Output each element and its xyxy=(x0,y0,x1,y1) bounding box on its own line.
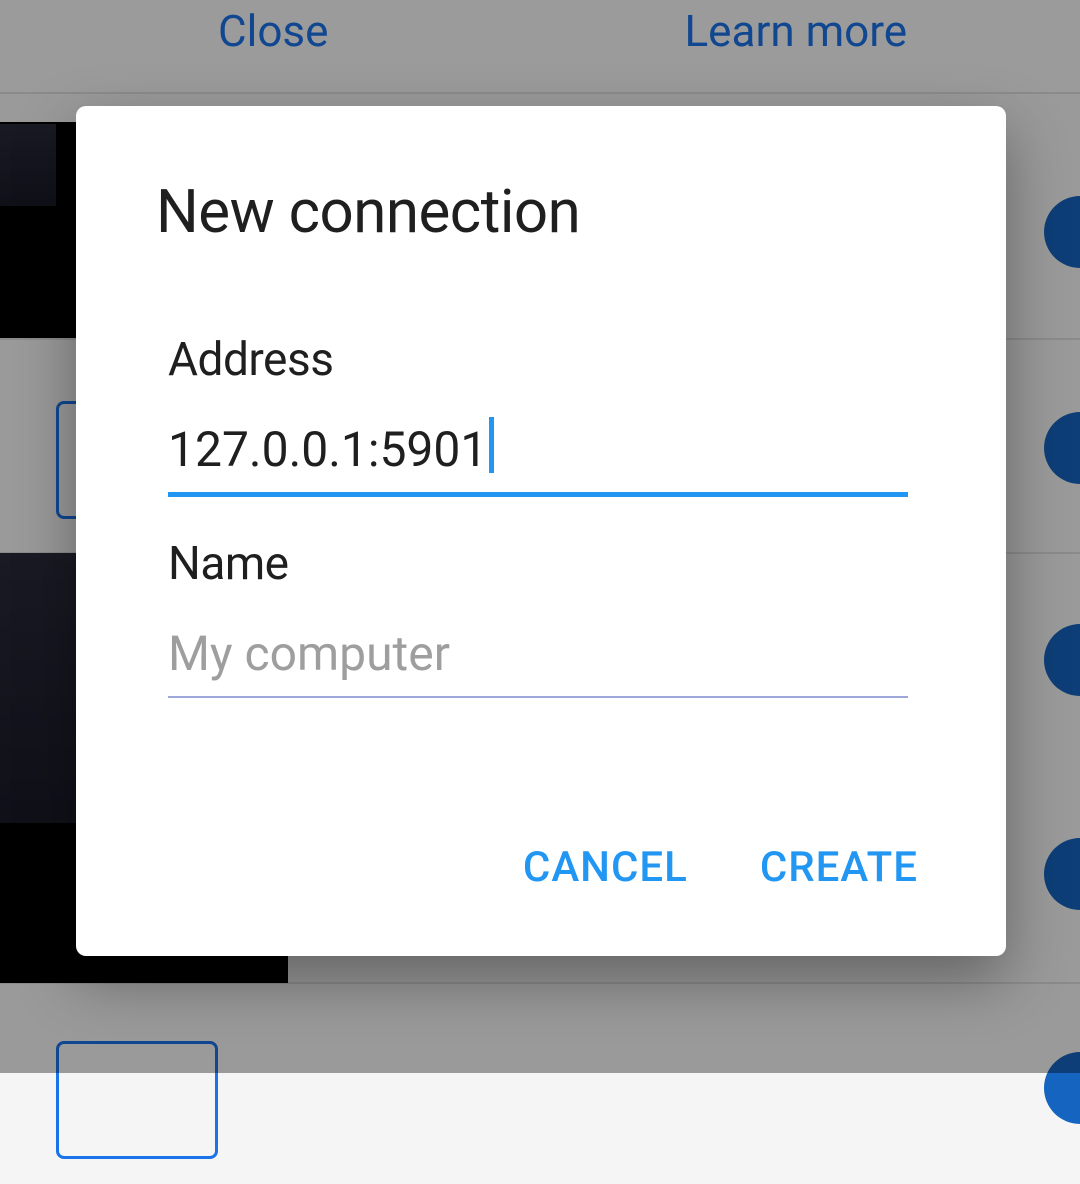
address-label: Address xyxy=(168,333,908,387)
new-connection-dialog: New connection Address Name CANCEL CREAT… xyxy=(76,106,1006,956)
address-input[interactable] xyxy=(168,415,908,492)
name-field-group: Name xyxy=(168,537,908,698)
cancel-button[interactable]: CANCEL xyxy=(523,843,688,892)
address-input-wrap xyxy=(168,415,908,497)
dialog-actions: CANCEL CREATE xyxy=(156,843,926,916)
name-input[interactable] xyxy=(168,619,908,696)
name-label: Name xyxy=(168,537,908,591)
dialog-title: New connection xyxy=(156,176,926,247)
address-field-group: Address xyxy=(168,333,908,497)
create-button[interactable]: CREATE xyxy=(760,843,918,892)
name-input-wrap xyxy=(168,619,908,698)
text-caret xyxy=(489,417,494,473)
